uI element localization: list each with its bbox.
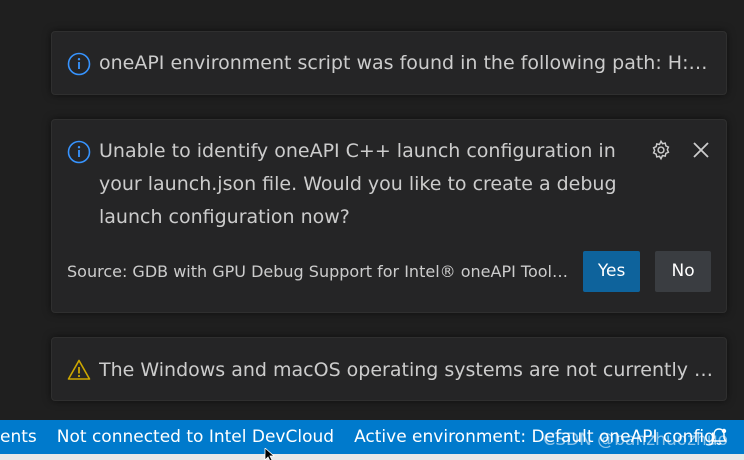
gear-icon[interactable] xyxy=(648,137,674,163)
notification-message: Unable to identify oneAPI C++ launch con… xyxy=(99,140,617,228)
no-button[interactable]: No xyxy=(655,250,711,292)
mouse-cursor-icon xyxy=(264,447,278,460)
warning-icon xyxy=(67,358,91,382)
notification-actions xyxy=(648,137,714,163)
status-bar: ents Not connected to Intel DevCloud Act… xyxy=(0,420,744,454)
notification-toast-os-support[interactable]: The Windows and macOS operating systems … xyxy=(51,337,727,401)
notification-footer: Source: GDB with GPU Debug Support for I… xyxy=(67,250,711,292)
bottom-strip xyxy=(0,454,744,460)
notification-toast-launch-config[interactable]: Unable to identify oneAPI C++ launch con… xyxy=(51,119,727,313)
bell-icon[interactable] xyxy=(706,424,732,450)
close-icon[interactable] xyxy=(688,137,714,163)
status-item-environment[interactable]: Active environment: Default oneAPI confi… xyxy=(344,420,725,454)
notification-toast-env-script[interactable]: oneAPI environment script was found in t… xyxy=(51,31,727,95)
notification-message: oneAPI environment script was found in t… xyxy=(99,52,713,74)
yes-button[interactable]: Yes xyxy=(583,250,641,292)
status-item-devcloud[interactable]: Not connected to Intel DevCloud xyxy=(47,420,344,454)
notification-source: Source: GDB with GPU Debug Support for I… xyxy=(67,261,577,281)
info-icon xyxy=(67,140,91,164)
notification-message: The Windows and macOS operating systems … xyxy=(99,359,714,381)
info-icon xyxy=(67,52,91,76)
editor-background: oneAPI environment script was found in t… xyxy=(0,0,744,460)
status-item-partial[interactable]: ents xyxy=(0,420,47,454)
